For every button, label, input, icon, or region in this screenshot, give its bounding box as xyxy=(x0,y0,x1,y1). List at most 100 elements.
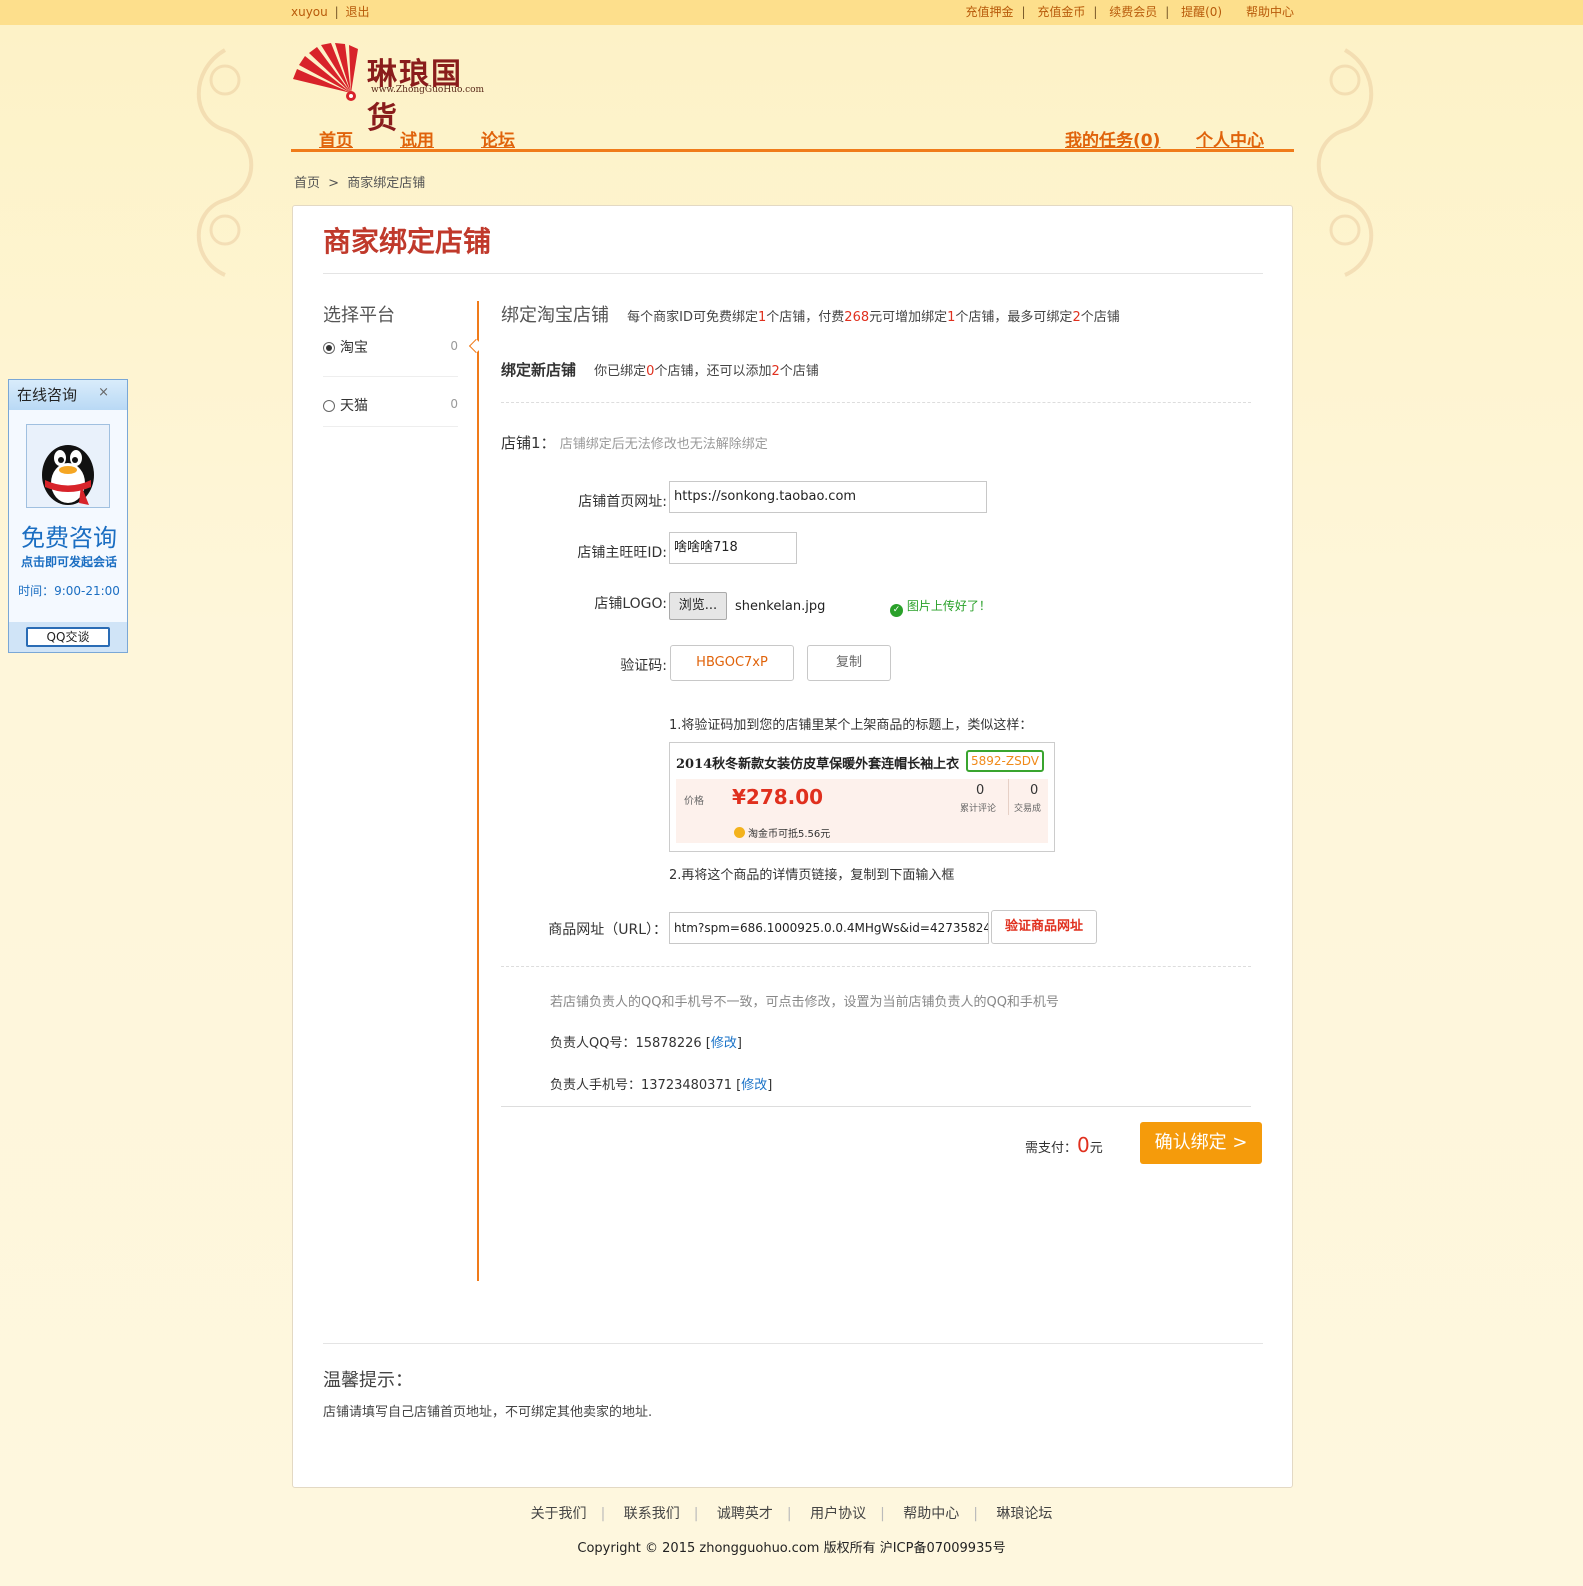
recharge-coins-link[interactable]: 充值金币 xyxy=(1037,5,1085,19)
step2-text: 2.再将这个商品的详情页链接，复制到下面输入框 xyxy=(669,868,955,883)
breadcrumb-current: 商家绑定店铺 xyxy=(347,176,426,191)
store-note: 店铺绑定后无法修改也无法解除绑定 xyxy=(559,437,768,452)
pay-unit: 元 xyxy=(1089,1141,1103,1156)
footer-contact[interactable]: 联系我们 xyxy=(624,1506,680,1522)
upload-status: ✓ 图片上传好了！ xyxy=(890,597,991,617)
footer-forum[interactable]: 琳琅论坛 xyxy=(996,1506,1052,1522)
modify-qq-link[interactable]: 修改 xyxy=(711,1036,737,1051)
contact-qq: 负责人QQ号：15878226 [修改] xyxy=(550,1036,742,1051)
example-product: 2014秋冬新款女装仿皮草保暖外套连帽长袖上衣 5892-ZSDV 价格 ¥27… xyxy=(669,742,1055,852)
stat-divider xyxy=(1008,779,1009,815)
breadcrumb-home[interactable]: 首页 xyxy=(294,176,320,191)
nav-personal-center[interactable]: 个人中心 xyxy=(1196,126,1264,151)
main-panel: 商家绑定店铺 选择平台 淘宝 0 天猫 0 绑定淘宝店铺 每个商家ID可免费绑定… xyxy=(292,205,1293,1488)
logo-label: 店铺LOGO: xyxy=(594,596,667,612)
platform-label: 淘宝 xyxy=(340,340,368,356)
trades-label: 交易成 xyxy=(1014,804,1042,814)
breadcrumb-sep: > xyxy=(328,176,340,191)
penguin-icon xyxy=(27,425,109,507)
copy-button[interactable]: 复制 xyxy=(807,645,891,681)
logout-link[interactable]: 退出 xyxy=(345,5,369,19)
radio-taobao[interactable] xyxy=(323,342,335,354)
homepage-label: 店铺首页网址: xyxy=(578,494,667,510)
main-nav: 首页 试用 论坛 我的任务(0) 个人中心 xyxy=(291,122,1294,152)
divider-solid xyxy=(501,1106,1251,1107)
tips-title: 温馨提示： xyxy=(323,1370,413,1391)
contact-phone: 负责人手机号：13723480371 [修改] xyxy=(550,1078,773,1093)
contact-note: 若店铺负责人的QQ和手机号不一致，可点击修改，设置为当前店铺负责人的QQ和手机号 xyxy=(550,995,1059,1010)
divider-dashed xyxy=(501,402,1251,403)
platform-option-tmall[interactable]: 天猫 0 xyxy=(323,377,458,427)
renew-member-link[interactable]: 续费会员 xyxy=(1109,5,1157,19)
fan-logo-icon xyxy=(293,43,358,101)
price-label: 价格 xyxy=(684,796,704,807)
help-center-link[interactable]: 帮助中心 xyxy=(1246,5,1294,19)
sidebar-heading: 选择平台 xyxy=(323,305,395,326)
modify-phone-link[interactable]: 修改 xyxy=(741,1078,767,1093)
footer-agreement[interactable]: 用户协议 xyxy=(810,1506,866,1522)
bind-info: 每个商家ID可免费绑定1个店铺，付费268元可增加绑定1个店铺，最多可绑定2个店… xyxy=(627,310,1120,325)
qq-consult-widget: 在线咨询 × 免费咨询 点击即可发起会话 时间：9:00-21:00 QQ交谈 xyxy=(8,379,128,653)
new-bind-info: 你已绑定0个店铺，还可以添加2个店铺 xyxy=(594,364,819,379)
platform-label: 天猫 xyxy=(340,398,368,414)
page-title: 商家绑定店铺 xyxy=(323,225,492,258)
sidebar-divider xyxy=(477,301,479,1281)
divider-dashed-2 xyxy=(501,966,1251,967)
tips-content: 店铺请填写自己店铺首页地址，不可绑定其他卖家的地址. xyxy=(323,1405,653,1420)
wangwang-label: 店铺主旺旺ID: xyxy=(577,545,667,561)
captcha-label: 验证码: xyxy=(620,658,667,674)
url-label: 商品网址（URL）： xyxy=(548,922,667,938)
platform-option-taobao[interactable]: 淘宝 0 xyxy=(323,327,458,377)
qq-hours: 时间：9:00-21:00 xyxy=(18,584,120,598)
example-price-box: 价格 ¥278.00 0 累计评论 0 交易成 淘金币可抵5.56元 xyxy=(676,779,1048,843)
title-divider xyxy=(323,273,1263,274)
qq-chat-button[interactable]: QQ交谈 xyxy=(26,627,110,647)
ornament-right xyxy=(1316,48,1374,277)
platform-sidebar: 选择平台 淘宝 0 天猫 0 xyxy=(323,301,458,427)
coin-note: 淘金币可抵5.56元 xyxy=(734,825,830,840)
logo-url: www.ZhongGuoHuo.com xyxy=(371,85,485,95)
site-logo[interactable]: 琳琅国货 www.ZhongGuoHuo.com xyxy=(291,43,491,136)
qq-widget-title: 在线咨询 xyxy=(17,386,78,404)
footer-about[interactable]: 关于我们 xyxy=(531,1506,587,1522)
captcha-code: HBGOC7xP xyxy=(670,645,794,681)
nav-my-tasks[interactable]: 我的任务(0) xyxy=(1065,126,1160,151)
breadcrumb: 首页 > 商家绑定店铺 xyxy=(294,172,425,191)
active-arrow xyxy=(468,338,484,354)
bind-heading: 绑定淘宝店铺 xyxy=(501,305,609,326)
logo-filename: shenkelan.jpg xyxy=(735,599,826,614)
qq-penguin-avatar[interactable] xyxy=(26,424,110,508)
reminder-link[interactable]: 提醒(0) xyxy=(1181,5,1222,19)
example-title: 2014秋冬新款女装仿皮草保暖外套连帽长袖上衣 xyxy=(676,757,960,772)
footer-careers[interactable]: 诚聘英才 xyxy=(717,1506,773,1522)
wangwang-input[interactable]: 啥啥啥718 xyxy=(669,532,797,564)
qq-widget-header: 在线咨询 × xyxy=(9,380,127,410)
footer-help[interactable]: 帮助中心 xyxy=(903,1506,959,1522)
qq-free-consult: 免费咨询 xyxy=(21,524,117,552)
confirm-bind-button[interactable]: 确认绑定 > xyxy=(1140,1122,1262,1164)
pay-amount: 0 xyxy=(1077,1133,1090,1157)
store-title: 店铺1： xyxy=(501,434,556,452)
new-bind-heading: 绑定新店铺 xyxy=(501,361,577,379)
coin-icon xyxy=(734,827,745,838)
trades-count: 0 xyxy=(1030,783,1039,798)
nav-home[interactable]: 首页 xyxy=(319,126,353,151)
radio-tmall[interactable] xyxy=(323,400,335,412)
browse-button[interactable]: 浏览... xyxy=(669,592,727,620)
footer-links: 关于我们 | 联系我们 | 诚聘英才 | 用户协议 | 帮助中心 | 琳琅论坛 xyxy=(530,1506,1053,1522)
nav-forum[interactable]: 论坛 xyxy=(481,126,515,151)
platform-count: 0 xyxy=(450,397,458,411)
recharge-deposit-link[interactable]: 充值押金 xyxy=(965,5,1013,19)
pay-summary: 需支付：0元 xyxy=(1025,1133,1103,1157)
reviews-label: 累计评论 xyxy=(960,804,997,814)
close-icon[interactable]: × xyxy=(98,378,109,408)
qq-widget-footer: QQ交谈 xyxy=(9,622,127,652)
homepage-input[interactable]: https://sonkong.taobao.com xyxy=(669,481,987,513)
verify-url-button[interactable]: 验证商品网址 xyxy=(991,910,1097,944)
product-url-input[interactable]: htm?spm=686.1000925.0.0.4MHgWs&id=427358… xyxy=(669,912,989,944)
nav-trial[interactable]: 试用 xyxy=(400,126,434,151)
copyright: Copyright © 2015 zhongguohuo.com 版权所有 沪I… xyxy=(577,1541,1006,1556)
tips-divider xyxy=(323,1343,1263,1344)
step1-text: 1.将验证码加到您的店铺里某个上架商品的标题上，类似这样： xyxy=(669,718,1033,733)
username-link[interactable]: xuyou xyxy=(291,5,328,19)
